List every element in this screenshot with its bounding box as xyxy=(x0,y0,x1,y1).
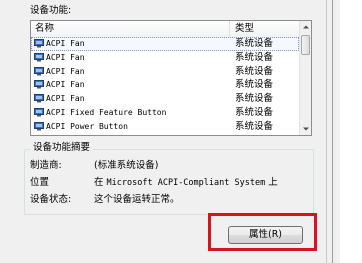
location-prefix: 在 xyxy=(94,177,104,188)
row-name: ACPI Fan xyxy=(46,66,85,76)
row-type: 系统设备 xyxy=(235,93,274,105)
row-type: 系统设备 xyxy=(235,38,274,49)
list-item[interactable]: ACPI Fixed Feature Button 系统设备 xyxy=(31,106,299,120)
summary-title: 设备功能摘要 xyxy=(30,142,94,154)
highlight-annotation xyxy=(208,213,317,251)
list-header: 名称 类型 xyxy=(31,21,299,38)
location-system: Microsoft ACPI-Compliant System xyxy=(106,178,266,188)
row-type: 系统设备 xyxy=(235,79,274,91)
row-type: 系统设备 xyxy=(235,65,274,77)
device-icon xyxy=(34,121,44,131)
list-item[interactable]: ACPI Power Button 系统设备 xyxy=(31,120,299,134)
list-item[interactable]: ACPI Fan 系统设备 xyxy=(31,51,299,65)
row-type: 系统设备 xyxy=(235,120,274,132)
row-name: ACPI Fan xyxy=(46,39,85,48)
row-type: 系统设备 xyxy=(235,106,274,118)
scroll-up-icon[interactable] xyxy=(300,21,311,33)
location-label: 位置 xyxy=(30,177,50,188)
column-header-type[interactable]: 类型 xyxy=(235,23,254,35)
location-suffix: 上 xyxy=(268,177,278,188)
manufacturer-label: 制造商: xyxy=(30,160,62,171)
list-item[interactable]: ACPI Fan 系统设备 xyxy=(31,78,299,92)
row-name: ACPI Power Button xyxy=(46,121,128,131)
column-divider[interactable] xyxy=(229,21,230,37)
row-type: 系统设备 xyxy=(235,51,274,63)
list-item[interactable]: ACPI Fan 系统设备 xyxy=(31,37,299,51)
scrollbar-thumb[interactable] xyxy=(301,35,310,55)
status-label: 设备状态: xyxy=(30,194,72,205)
vertical-scrollbar[interactable] xyxy=(299,21,311,135)
device-icon xyxy=(34,52,44,62)
list-item[interactable]: ACPI Fan 系统设备 xyxy=(31,92,299,106)
manufacturer-value: (标准系统设备) xyxy=(94,160,159,171)
window-border xyxy=(326,0,327,263)
status-value: 这个设备运转正常。 xyxy=(94,194,180,205)
device-icon xyxy=(34,94,44,103)
row-name: ACPI Fan xyxy=(46,80,85,90)
list-item[interactable]: ACPI Fan 系统设备 xyxy=(31,65,299,79)
row-name: ACPI Fixed Feature Button xyxy=(46,107,167,117)
device-functions-list[interactable]: 名称 类型 ACPI Fan 系统设备 ACPI Fan 系统设备 ACPI Fan 系统… xyxy=(30,20,312,136)
device-icon xyxy=(34,66,44,76)
device-functions-label: 设备功能: xyxy=(30,5,72,16)
row-name: ACPI Fan xyxy=(46,52,85,62)
location-value: 在 Microsoft ACPI-Compliant System 上 xyxy=(94,177,278,189)
column-header-name[interactable]: 名称 xyxy=(35,23,54,35)
scroll-down-icon[interactable] xyxy=(300,123,311,135)
list-rows: ACPI Fan 系统设备 ACPI Fan 系统设备 ACPI Fan 系统设备 ACPI… xyxy=(31,37,299,134)
row-name: ACPI Fan xyxy=(46,94,85,104)
device-icon xyxy=(34,80,44,89)
window-border-outer xyxy=(332,0,333,263)
device-icon xyxy=(34,39,44,48)
device-icon xyxy=(34,107,44,117)
